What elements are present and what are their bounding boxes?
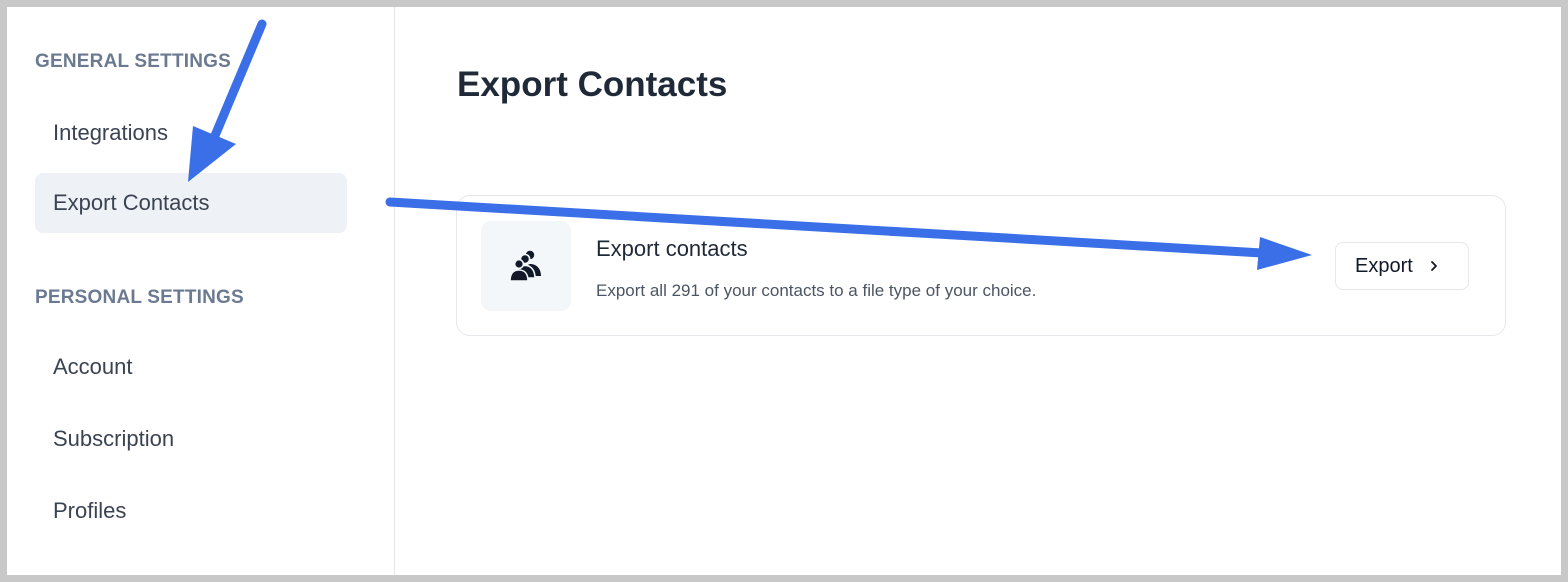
personal-settings-heading: PERSONAL SETTINGS (35, 287, 244, 308)
general-settings-heading: GENERAL SETTINGS (35, 51, 232, 72)
card-description: Export all 291 of your contacts to a fil… (596, 281, 1037, 300)
export-button[interactable]: Export (1335, 242, 1469, 290)
sidebar-item-label: Account (53, 354, 133, 379)
export-contacts-card: Export contacts Export all 291 of your c… (456, 195, 1506, 336)
sidebar-item-label: Integrations (53, 120, 168, 145)
card-icon-container (481, 221, 571, 311)
sidebar-item-label: Profiles (53, 498, 127, 523)
export-button-label: Export (1355, 254, 1413, 277)
chevron-right-icon (1429, 259, 1439, 273)
users-icon (509, 250, 541, 282)
settings-sidebar: GENERAL SETTINGS Integrations Export Con… (7, 7, 395, 575)
sidebar-item-export-contacts[interactable]: Export Contacts (35, 173, 347, 233)
app-window: GENERAL SETTINGS Integrations Export Con… (7, 7, 1561, 575)
sidebar-item-account[interactable]: Account (35, 337, 347, 397)
sidebar-item-subscription[interactable]: Subscription (35, 409, 347, 469)
sidebar-item-label: Export Contacts (53, 190, 210, 215)
page-title: Export Contacts (457, 65, 728, 104)
card-title: Export contacts (596, 236, 748, 261)
sidebar-item-integrations[interactable]: Integrations (35, 103, 347, 163)
sidebar-item-label: Subscription (53, 426, 175, 451)
sidebar-item-profiles[interactable]: Profiles (35, 481, 347, 541)
